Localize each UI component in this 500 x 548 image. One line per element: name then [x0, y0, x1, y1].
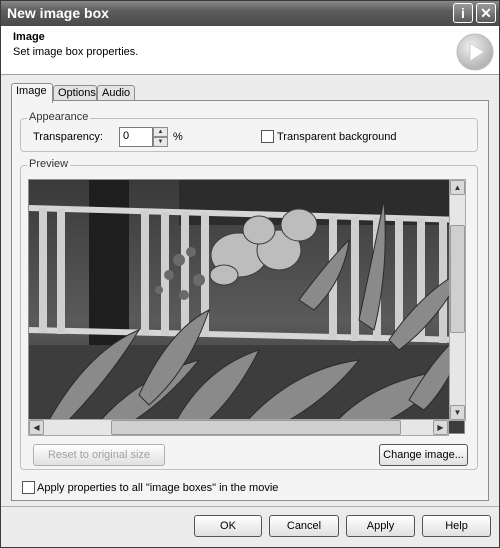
scroll-right-icon[interactable]: ▶ [433, 420, 448, 435]
info-button[interactable]: i [453, 3, 473, 23]
transparency-stepper[interactable]: ▲ ▼ [153, 127, 168, 147]
appearance-group: Appearance Transparency: 0 ▲ ▼ % Transpa… [20, 111, 478, 152]
ok-button[interactable]: OK [194, 515, 262, 537]
spin-up-icon[interactable]: ▲ [153, 127, 168, 137]
preview-vertical-scrollbar[interactable]: ▲ ▼ [449, 179, 466, 421]
apply-button[interactable]: Apply [346, 515, 415, 537]
preview-legend: Preview [27, 158, 71, 170]
scroll-left-icon[interactable]: ◀ [29, 420, 44, 435]
dialog-header: Image Set image box properties. [1, 26, 499, 75]
header-subtitle: Set image box properties. [13, 46, 139, 58]
dialog-window: New image box i ✕ Image Set image box pr… [0, 0, 500, 548]
preview-horizontal-scrollbar[interactable]: ◀ ▶ [28, 419, 449, 436]
reset-size-button[interactable]: Reset to original size [33, 444, 165, 466]
window-title: New image box [7, 5, 109, 21]
preview-image [28, 179, 465, 434]
image-tab-panel: Appearance Transparency: 0 ▲ ▼ % Transpa… [11, 100, 489, 501]
close-button[interactable]: ✕ [476, 3, 496, 23]
apply-all-label: Apply properties to all "image boxes" in… [37, 482, 279, 494]
vertical-scroll-thumb[interactable] [450, 225, 465, 333]
cancel-button[interactable]: Cancel [269, 515, 339, 537]
scroll-down-icon[interactable]: ▼ [450, 405, 465, 420]
transparent-background-label: Transparent background [277, 131, 397, 143]
footer-separator [1, 506, 499, 507]
title-bar[interactable]: New image box i ✕ [1, 1, 499, 26]
change-image-button[interactable]: Change image... [379, 444, 468, 466]
help-button[interactable]: Help [422, 515, 491, 537]
transparency-unit: % [173, 131, 183, 143]
transparency-input[interactable]: 0 [119, 127, 153, 147]
horizontal-scroll-thumb[interactable] [111, 420, 401, 435]
appearance-legend: Appearance [27, 111, 91, 123]
spin-down-icon[interactable]: ▼ [153, 137, 168, 147]
scroll-up-icon[interactable]: ▲ [450, 180, 465, 195]
apply-all-checkbox[interactable] [22, 481, 35, 494]
transparency-label: Transparency: [33, 131, 103, 143]
app-logo-icon [455, 32, 495, 75]
transparent-background-checkbox[interactable] [261, 130, 274, 143]
header-title: Image [13, 31, 45, 43]
tab-image[interactable]: Image [11, 83, 53, 103]
